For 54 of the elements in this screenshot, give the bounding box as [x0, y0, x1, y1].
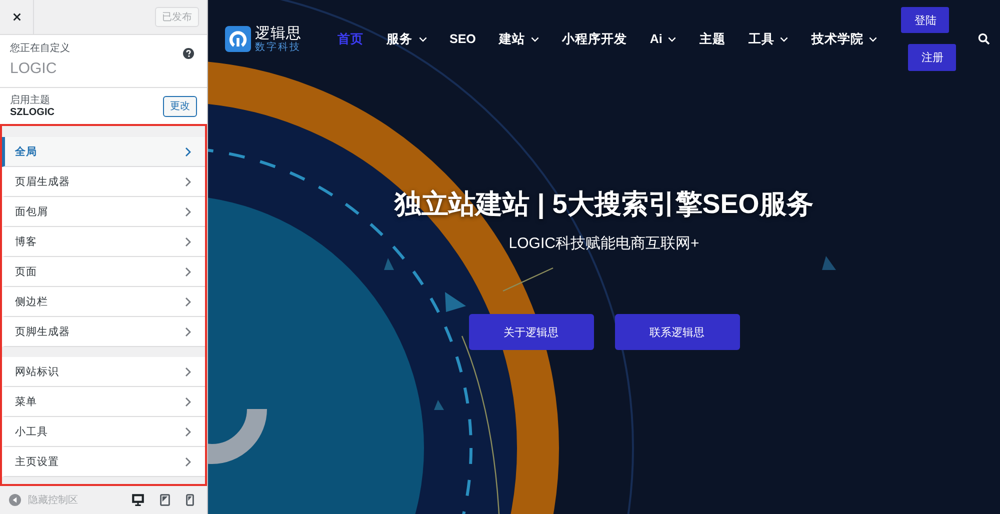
nav-link[interactable]: 主题 — [699, 30, 726, 48]
theme-caption: 启用主题 — [10, 94, 51, 106]
chevron-right-icon — [185, 396, 191, 406]
nav-link[interactable]: 建站 — [498, 30, 539, 48]
chevron-right-icon — [185, 146, 191, 156]
register-button[interactable]: 注册 — [908, 44, 956, 71]
chevron-right-icon — [185, 426, 191, 436]
change-theme-button[interactable]: 更改 — [163, 96, 197, 116]
menu-item[interactable]: 网站标识 — [2, 357, 205, 387]
nav-link[interactable]: 小程序开发 — [562, 30, 627, 48]
collapse-icon — [9, 494, 21, 506]
menu-item[interactable]: 页眉生成器 — [2, 167, 205, 197]
nav-link[interactable]: SEO — [450, 32, 476, 46]
chevron-right-icon — [185, 326, 191, 336]
chevron-right-icon — [185, 456, 191, 466]
hero-subtitle: LOGIC科技赋能电商互联网+ — [508, 234, 700, 254]
info-caption: 您正在自定义 — [10, 42, 70, 55]
menu-item[interactable]: 小工具 — [2, 417, 205, 447]
menu-item[interactable]: 侧边栏 — [2, 287, 205, 317]
chevron-right-icon — [185, 266, 191, 276]
mobile-preview-button[interactable] — [186, 494, 194, 506]
contact-button[interactable]: 联系逻辑思 — [614, 314, 740, 350]
logo-tagline: 数字科技 — [255, 42, 302, 52]
mobile-icon — [186, 494, 194, 506]
chevron-right-icon — [185, 366, 191, 376]
help-icon[interactable] — [183, 48, 194, 59]
nav-link[interactable]: 服务 — [386, 30, 426, 48]
nav-link[interactable]: 技术学院 — [811, 30, 878, 48]
tablet-preview-button[interactable] — [160, 494, 170, 506]
menu-item[interactable]: 博客 — [2, 227, 205, 257]
hero-title: 独立站建站 | 5大搜索引擎SEO服务 — [394, 188, 814, 221]
chevron-right-icon — [185, 236, 191, 246]
site-name: LOGIC — [10, 60, 58, 78]
logo-icon — [225, 26, 251, 52]
logo-name: 逻辑思 — [255, 26, 302, 42]
login-button[interactable]: 登陆 — [901, 7, 950, 33]
menu-item[interactable]: 页脚生成器 — [2, 317, 205, 347]
menu-item[interactable]: 面包屑 — [2, 197, 205, 227]
search-icon[interactable] — [978, 33, 990, 45]
menu-item[interactable]: 全局 — [2, 137, 205, 167]
chevron-right-icon — [185, 206, 191, 216]
chevron-right-icon — [185, 296, 191, 306]
menu-item[interactable]: 菜单 — [2, 387, 205, 417]
menu-item[interactable]: 主页设置 — [2, 447, 205, 477]
desktop-icon — [132, 494, 144, 506]
chevron-right-icon — [185, 176, 191, 186]
tablet-icon — [160, 494, 170, 506]
about-button[interactable]: 关于逻辑思 — [468, 314, 594, 350]
close-icon — [12, 13, 20, 21]
desktop-preview-button[interactable] — [132, 494, 144, 506]
menu-item[interactable]: 页面 — [2, 257, 205, 287]
nav-link[interactable]: Ai — [650, 32, 676, 46]
theme-name: SZLOGIC — [10, 106, 54, 118]
nav-link[interactable]: 工具 — [748, 30, 788, 48]
